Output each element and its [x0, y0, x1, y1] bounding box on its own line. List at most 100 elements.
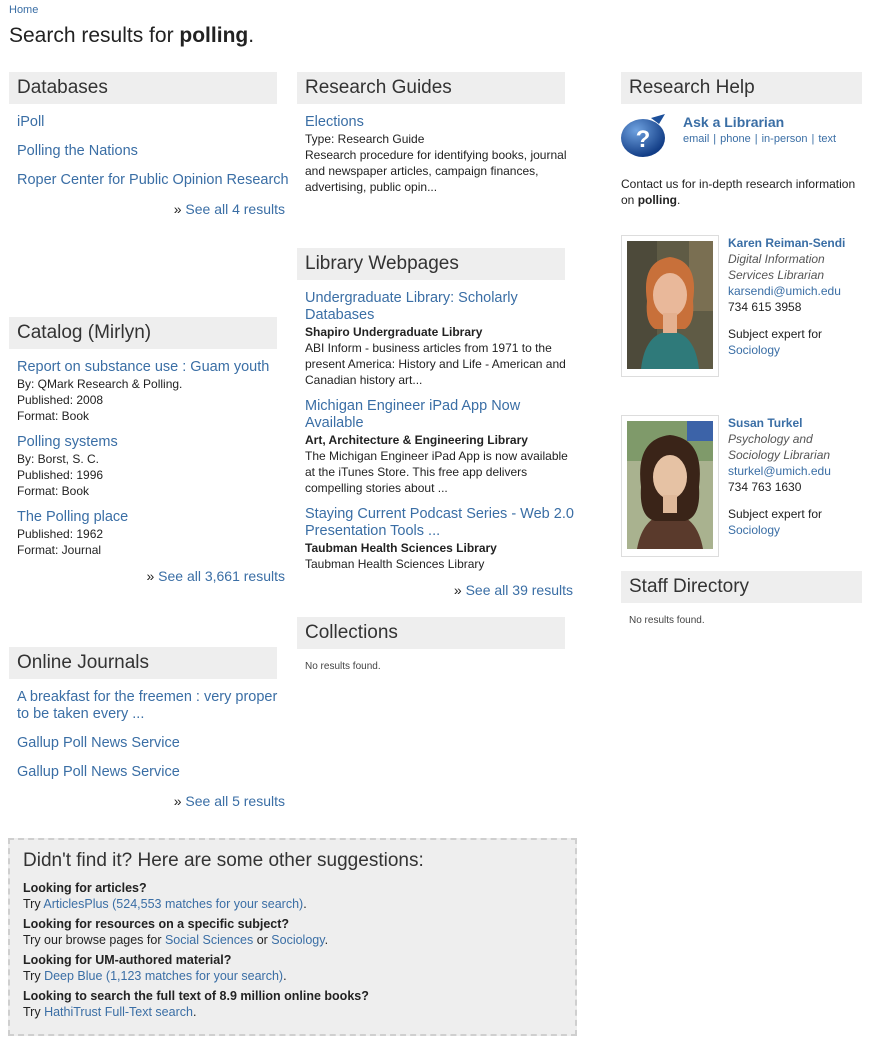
- suggestion-answer: Try HathiTrust Full-Text search.: [23, 1005, 197, 1019]
- catalog-item: Polling systems By: Borst, S. C. Publish…: [17, 434, 289, 499]
- catalog-author: By: Borst, S. C.: [17, 452, 100, 466]
- catalog-published: Published: 2008: [17, 393, 104, 407]
- deep-blue-link[interactable]: Deep Blue (1,123 matches for your search…: [44, 969, 283, 983]
- suggestion-question: Looking to search the full text of 8.9 m…: [23, 989, 369, 1003]
- ask-librarian-icon: ?: [621, 114, 665, 157]
- databases-see-all-link[interactable]: See all 4 results: [185, 201, 285, 217]
- title-prefix: Search results for: [9, 24, 180, 47]
- webpage-item: Undergraduate Library: Scholarly Databas…: [305, 290, 577, 388]
- catalog-item: Report on substance use : Guam youth By:…: [17, 359, 289, 424]
- staff-card: Karen Reiman-Sendi Digital Information S…: [621, 235, 863, 385]
- staff-title: Psychology and Sociology Librarian: [728, 432, 831, 462]
- ask-email-link[interactable]: email: [683, 133, 709, 145]
- catalog-format: Format: Book: [17, 409, 90, 423]
- database-link[interactable]: iPoll: [17, 114, 289, 131]
- catalog-item: The Polling place Published: 1962 Format…: [17, 509, 289, 558]
- staff-card: Susan Turkel Psychology and Sociology Li…: [621, 415, 863, 565]
- collections-empty: No results found.: [305, 661, 381, 672]
- ask-separator: |: [754, 133, 758, 145]
- guide-description: Research procedure for identifying books…: [305, 148, 567, 194]
- staff-email-link[interactable]: karsendi@umich.edu: [728, 283, 868, 299]
- journals-list: A breakfast for the freemen : very prope…: [9, 679, 289, 809]
- hathitrust-link[interactable]: HathiTrust Full-Text search: [44, 1005, 193, 1019]
- suggestion-question: Looking for articles?: [23, 881, 147, 895]
- staff-name-link[interactable]: Susan Turkel: [728, 416, 802, 430]
- staff-name-link[interactable]: Karen Reiman-Sendi: [728, 236, 845, 250]
- guide-title-link[interactable]: Elections: [305, 114, 577, 131]
- catalog-see-all-link[interactable]: See all 3,661 results: [158, 568, 285, 584]
- research-help-body: ? Ask a Librarian email | phone | in-person |…: [621, 104, 863, 565]
- staff-title: Digital Information Services Librarian: [728, 252, 825, 282]
- suggestions-heading: Didn't find it? Here are some other sugg…: [23, 850, 424, 871]
- social-sciences-link[interactable]: Social Sciences: [165, 933, 253, 947]
- webpage-description: Taubman Health Sciences Library: [305, 557, 485, 571]
- suggestion-answer: Try ArticlesPlus (524,553 matches for yo…: [23, 897, 307, 911]
- staff-email-link[interactable]: sturkel@umich.edu: [728, 463, 868, 479]
- articlesplus-link[interactable]: ArticlesPlus (524,553 matches for your s…: [43, 897, 303, 911]
- catalog-published: Published: 1962: [17, 527, 104, 541]
- suggestion-question: Looking for UM-authored material?: [23, 953, 232, 967]
- catalog-title-link[interactable]: The Polling place: [17, 509, 289, 526]
- journal-link[interactable]: Gallup Poll News Service: [17, 735, 289, 752]
- catalog-title-link[interactable]: Polling systems: [17, 434, 289, 451]
- contact-text: Contact us for in-depth research informa…: [621, 177, 856, 207]
- suggestions-box: Didn't find it? Here are some other sugg…: [8, 838, 577, 1036]
- webpage-title-link[interactable]: Staying Current Podcast Series - Web 2.0…: [305, 506, 577, 540]
- guides-list: Elections Type: Research Guide Research …: [297, 104, 577, 248]
- staff-phone: 734 763 1630: [728, 480, 802, 494]
- breadcrumb-home[interactable]: Home: [9, 4, 38, 16]
- staff-expert-label: Subject expert for: [728, 327, 823, 341]
- journal-link[interactable]: Gallup Poll News Service: [17, 764, 289, 781]
- webpage-title-link[interactable]: Michigan Engineer iPad App Now Available: [305, 398, 577, 432]
- database-link[interactable]: Polling the Nations: [17, 143, 289, 160]
- ask-in-person-link[interactable]: in-person: [762, 133, 808, 145]
- journals-heading: Online Journals: [9, 647, 277, 679]
- webpage-library: Taubman Health Sciences Library: [305, 541, 497, 555]
- ask-phone-link[interactable]: phone: [720, 133, 751, 145]
- webpage-item: Michigan Engineer iPad App Now Available…: [305, 398, 577, 496]
- middle-column: Research Guides Elections Type: Research…: [297, 72, 577, 672]
- catalog-see-all: » See all 3,661 results: [146, 568, 285, 584]
- sociology-link[interactable]: Sociology: [271, 933, 324, 947]
- guides-heading: Research Guides: [297, 72, 565, 104]
- journals-see-all-link[interactable]: See all 5 results: [185, 793, 285, 809]
- ask-separator: |: [811, 133, 815, 145]
- staff-subject-link[interactable]: Sociology: [728, 343, 780, 357]
- webpages-heading: Library Webpages: [297, 248, 565, 280]
- staff-info: Susan Turkel Psychology and Sociology Li…: [728, 415, 868, 538]
- ask-librarian: ? Ask a Librarian email | phone | in-person |…: [621, 114, 863, 164]
- staff-subject-link[interactable]: Sociology: [728, 523, 780, 537]
- staff-info: Karen Reiman-Sendi Digital Information S…: [728, 235, 868, 358]
- svg-text:?: ?: [636, 126, 651, 153]
- catalog-format: Format: Book: [17, 484, 90, 498]
- staff-photo-frame: [621, 235, 719, 377]
- ask-text-link[interactable]: text: [818, 133, 836, 145]
- staff-photo-frame: [621, 415, 719, 557]
- catalog-format: Format: Journal: [17, 543, 102, 557]
- journal-link[interactable]: A breakfast for the freemen : very prope…: [17, 689, 289, 723]
- ask-librarian-link[interactable]: Ask a Librarian: [683, 114, 784, 130]
- guide-type: Type: Research Guide: [305, 132, 425, 146]
- database-link[interactable]: Roper Center for Public Opinion Research: [17, 172, 289, 189]
- webpage-library: Shapiro Undergraduate Library: [305, 325, 483, 339]
- catalog-published: Published: 1996: [17, 468, 104, 482]
- collections-heading: Collections: [297, 617, 565, 649]
- webpages-see-all: » See all 39 results: [453, 582, 573, 598]
- webpage-title-link[interactable]: Undergraduate Library: Scholarly Databas…: [305, 290, 577, 324]
- suggestion-answer: Try Deep Blue (1,123 matches for your se…: [23, 969, 287, 983]
- staff-photo-karen: [627, 241, 713, 369]
- right-column: Research Help ? Ask a Librarian email | ph…: [621, 72, 863, 626]
- webpage-library: Art, Architecture & Engineering Library: [305, 433, 528, 447]
- staff-directory-heading: Staff Directory: [621, 571, 862, 603]
- journals-see-all: » See all 5 results: [173, 793, 285, 809]
- webpages-see-all-link[interactable]: See all 39 results: [466, 582, 573, 598]
- guide-item: Elections Type: Research Guide Research …: [305, 114, 577, 195]
- webpages-list: Undergraduate Library: Scholarly Databas…: [297, 280, 577, 617]
- ask-librarian-options: email | phone | in-person | text: [683, 133, 836, 145]
- suggestion-question: Looking for resources on a specific subj…: [23, 917, 290, 931]
- title-suffix: .: [248, 24, 255, 47]
- research-help-heading: Research Help: [621, 72, 862, 104]
- catalog-title-link[interactable]: Report on substance use : Guam youth: [17, 359, 289, 376]
- webpage-description: The Michigan Engineer iPad App is now av…: [305, 449, 568, 495]
- ask-separator: |: [713, 133, 717, 145]
